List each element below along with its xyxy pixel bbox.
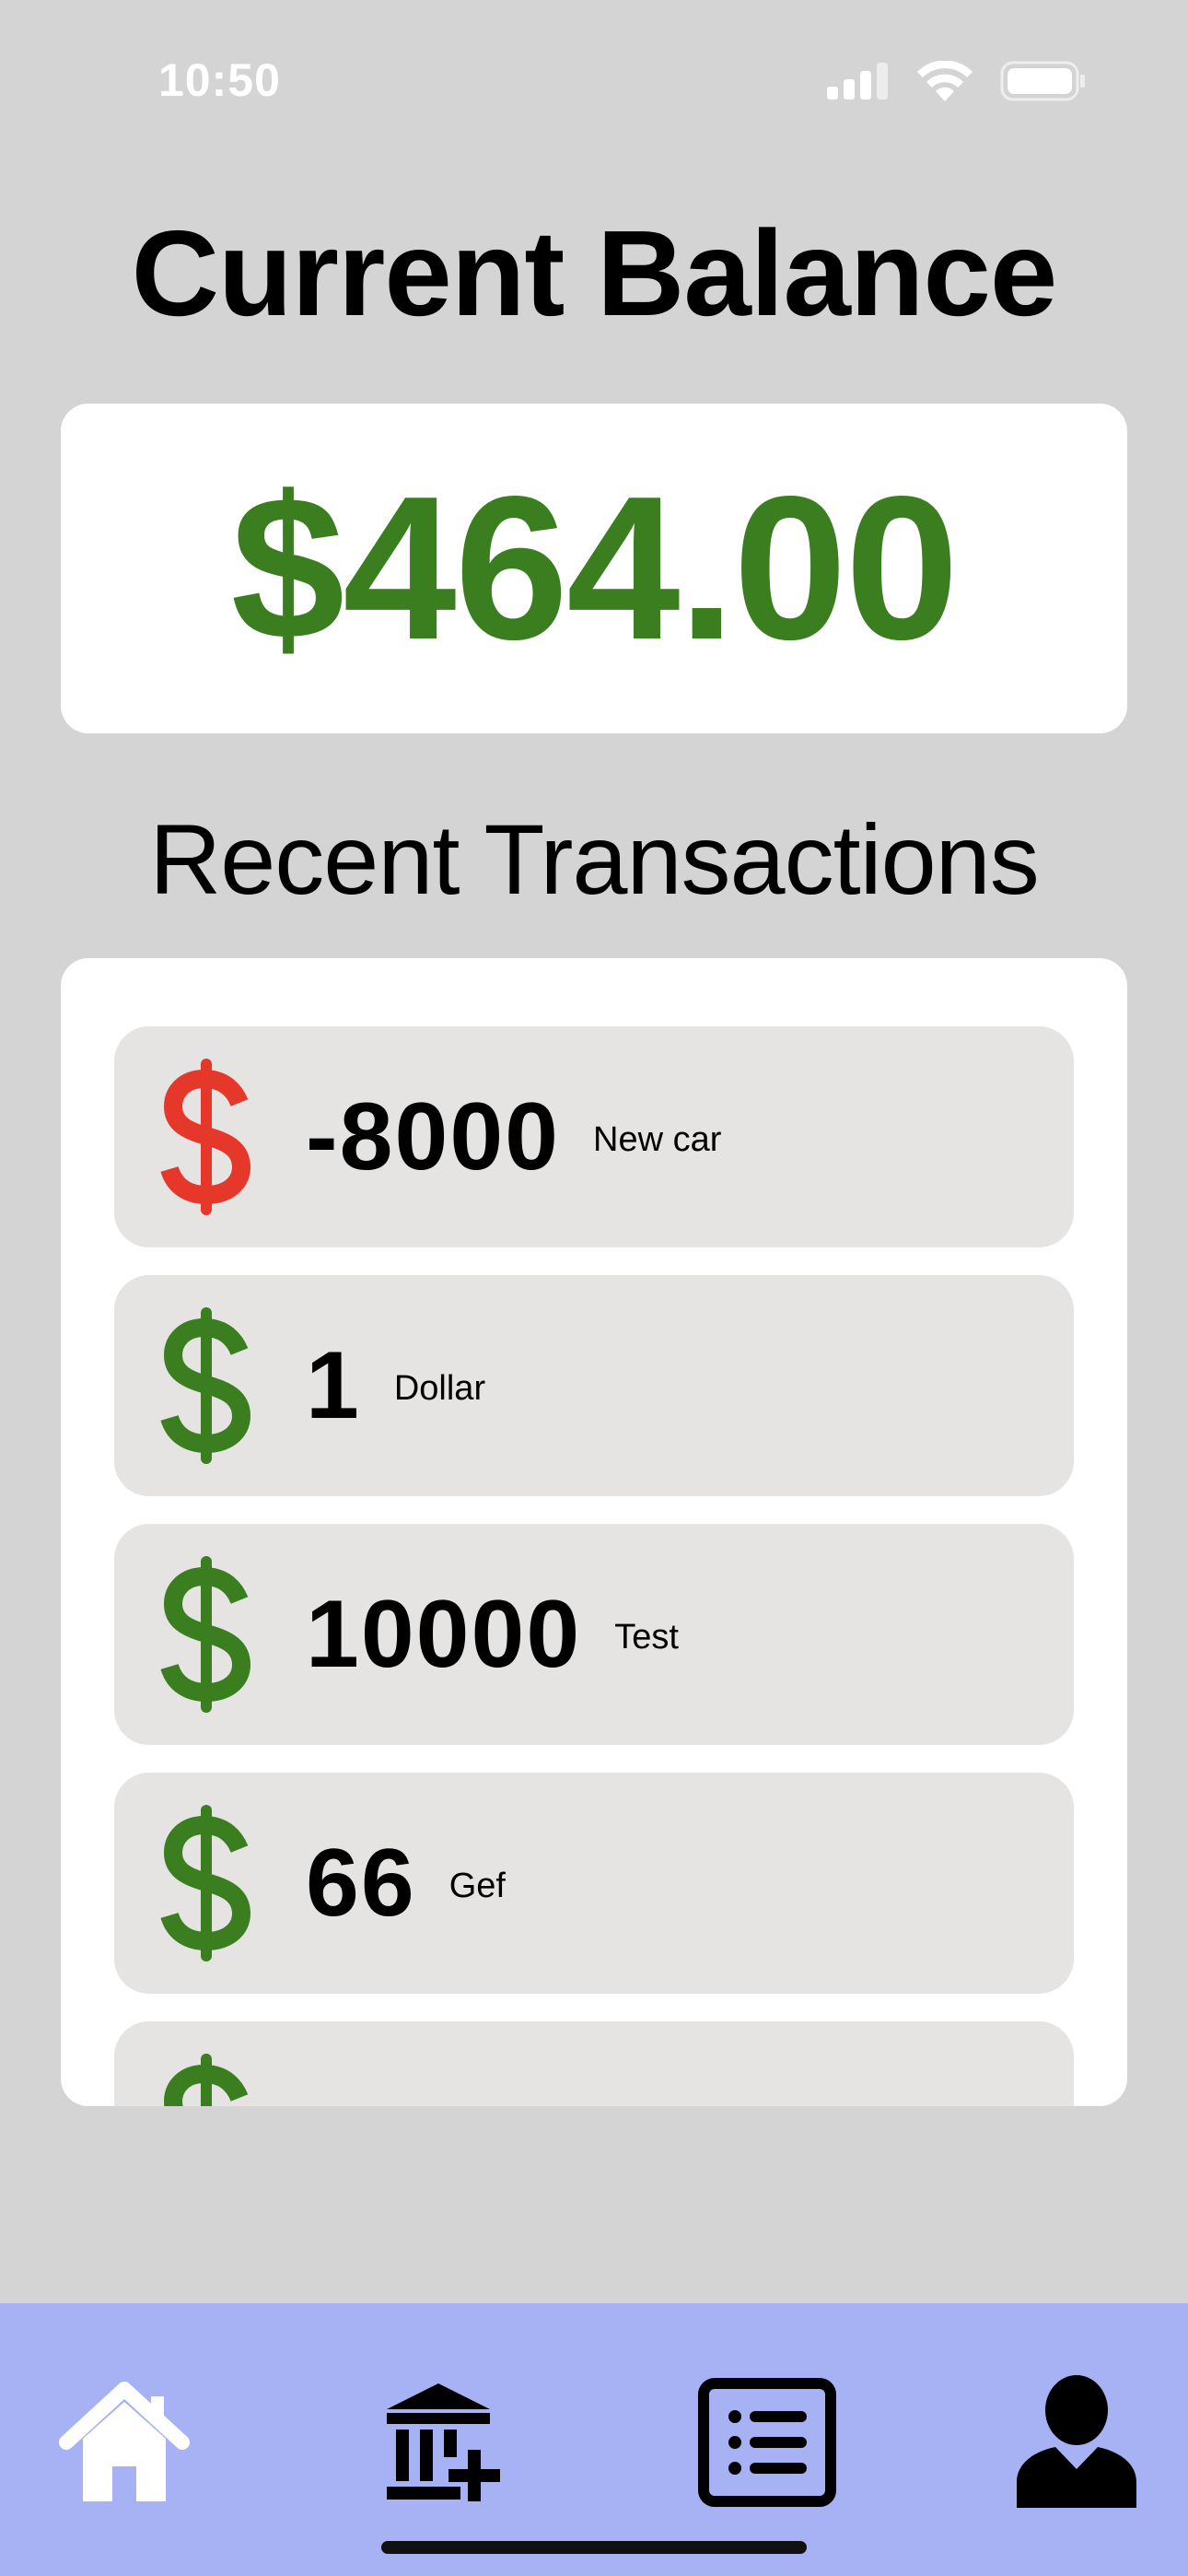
dollar-icon	[160, 1556, 252, 1713]
tab-home[interactable]	[55, 2373, 193, 2512]
transaction-description: Test	[614, 1617, 679, 1657]
transaction-amount: 10000	[306, 1580, 582, 1688]
transactions-card[interactable]: -8000 New car 1 Dollar 10000 Test 66 Gef	[61, 958, 1127, 2106]
transaction-row[interactable]: -8000 New car	[114, 1026, 1074, 1247]
current-balance-title: Current Balance	[131, 205, 1058, 341]
tab-profile[interactable]	[1007, 2373, 1146, 2512]
transaction-row[interactable]: 66 Gef	[114, 1773, 1074, 1994]
transaction-amount: 66	[306, 1829, 416, 1937]
transaction-amount: -8000	[306, 1083, 560, 1190]
dollar-icon	[160, 2054, 252, 2106]
transaction-description: Dollar	[393, 1368, 486, 1408]
recent-transactions-title: Recent Transactions	[149, 803, 1040, 915]
balance-card: $464.00	[61, 404, 1127, 733]
transaction-list[interactable]: -8000 New car 1 Dollar 10000 Test 66 Gef	[114, 1026, 1074, 2106]
balance-amount: $464.00	[230, 454, 959, 683]
status-bar: 10:50	[0, 0, 1188, 157]
home-indicator	[381, 2541, 807, 2554]
list-icon	[698, 2378, 836, 2507]
tab-bank-add[interactable]	[374, 2373, 512, 2512]
profile-icon	[1017, 2375, 1136, 2508]
status-icons	[827, 61, 1087, 101]
transaction-amount: 1	[306, 1331, 361, 1439]
home-icon	[59, 2382, 190, 2501]
dollar-icon	[160, 1805, 252, 1961]
transaction-row[interactable]: 10000 Test	[114, 1524, 1074, 1745]
transaction-description: Gef	[448, 1866, 506, 1905]
battery-icon	[1000, 61, 1085, 101]
status-time: 10:50	[158, 54, 281, 106]
tab-transactions-list[interactable]	[698, 2373, 836, 2512]
wifi-icon	[917, 61, 973, 101]
tab-bar	[0, 2303, 1188, 2576]
dollar-icon	[160, 1307, 252, 1464]
transaction-row-partial[interactable]	[114, 2021, 1074, 2106]
bank-add-icon	[387, 2383, 500, 2501]
transaction-row[interactable]: 1 Dollar	[114, 1275, 1074, 1496]
cellular-signal-icon	[827, 63, 888, 100]
dollar-icon	[160, 1059, 252, 1215]
transaction-description: New car	[593, 1119, 722, 1159]
